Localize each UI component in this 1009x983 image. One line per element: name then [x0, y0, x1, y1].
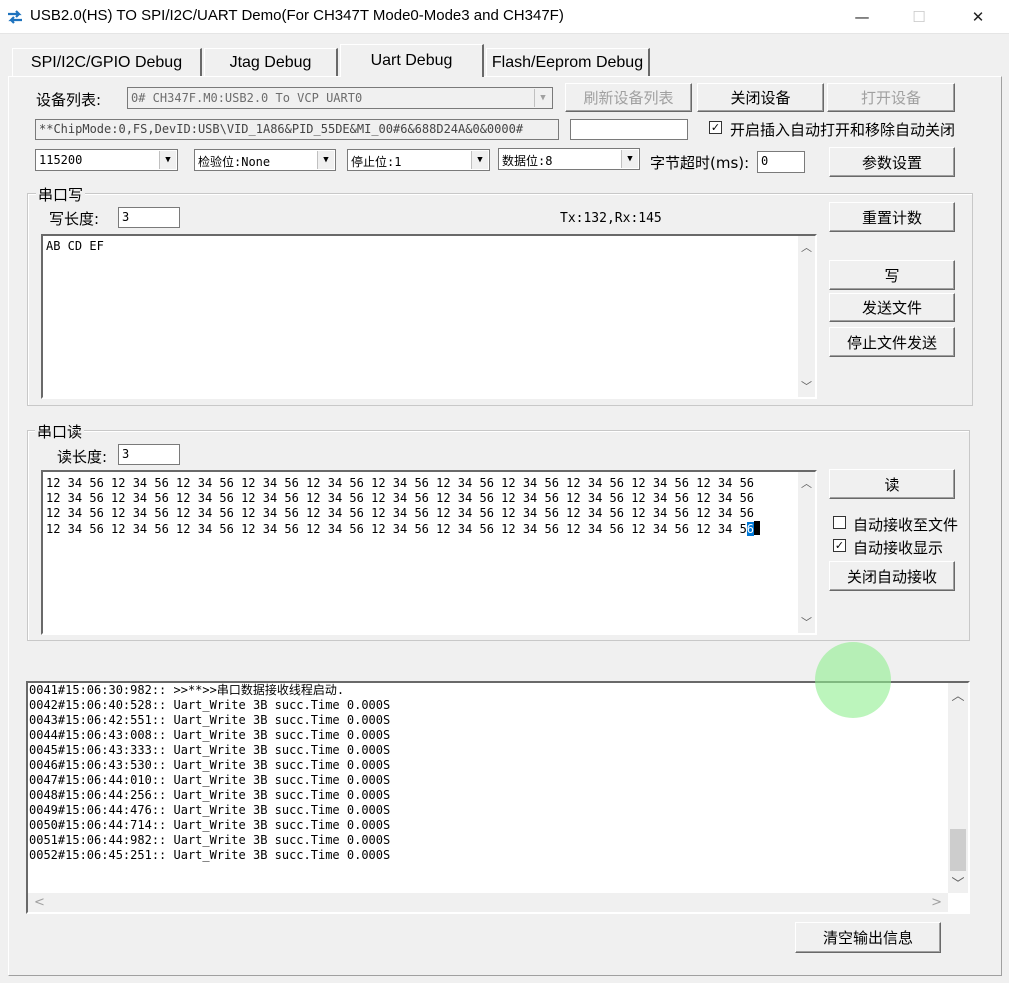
log-line: 0041#15:06:30:982:: >>**>>串口数据接收线程启动. [29, 683, 345, 697]
log-horizontal-scrollbar[interactable]: < > [28, 893, 948, 912]
stop-bits-value: 停止位:1 [351, 155, 402, 169]
usb-transfer-arrows-icon [8, 10, 22, 24]
log-line: 0045#15:06:43:333:: Uart_Write 3B succ.T… [29, 743, 391, 757]
tab-jtag-debug[interactable]: Jtag Debug [204, 48, 338, 76]
log-lines: 0041#15:06:30:982:: >>**>>串口数据接收线程启动. 00… [28, 683, 948, 863]
read-line: 12 34 56 12 34 56 12 34 56 12 34 56 12 3… [46, 476, 755, 490]
refresh-device-list-button[interactable]: 刷新设备列表 [565, 83, 692, 112]
log-line: 0048#15:06:44:256:: Uart_Write 3B succ.T… [29, 788, 391, 802]
tx-rx-counter: Tx:132,Rx:145 [560, 211, 662, 226]
timeout-label: 字节超时(ms): [650, 154, 750, 172]
scroll-up-icon[interactable]: ︿ [798, 475, 815, 491]
log-line: 0049#15:06:44:476:: Uart_Write 3B succ.T… [29, 803, 391, 817]
auto-open-checkbox[interactable]: ✓ [709, 121, 722, 134]
scroll-right-icon[interactable]: > [931, 895, 942, 910]
log-line: 0051#15:06:44:982:: Uart_Write 3B succ.T… [29, 833, 391, 847]
data-bits-value: 数据位:8 [502, 154, 553, 168]
read-length-input[interactable]: 3 [118, 444, 180, 465]
write-scrollbar[interactable]: ︿ ﹀ [798, 236, 815, 397]
device-select[interactable]: 0# CH347F.M0:USB2.0 To VCP UART0 ▼ [127, 87, 553, 109]
timeout-input[interactable]: 0 [757, 151, 805, 173]
log-line: 0042#15:06:40:528:: Uart_Write 3B succ.T… [29, 698, 391, 712]
chevron-down-icon: ▼ [471, 151, 488, 169]
log-line: 0046#15:06:43:530:: Uart_Write 3B succ.T… [29, 758, 391, 772]
parity-value: 检验位:None [198, 155, 271, 169]
log-vertical-scrollbar[interactable]: ︿ ﹀ [948, 683, 968, 893]
read-length-label: 读长度: [57, 448, 108, 466]
set-params-button[interactable]: 参数设置 [829, 147, 955, 177]
check-icon: ✓ [834, 539, 845, 552]
log-line: 0047#15:06:44:010:: Uart_Write 3B succ.T… [29, 773, 391, 787]
log-line: 0043#15:06:42:551:: Uart_Write 3B succ.T… [29, 713, 391, 727]
scroll-left-icon[interactable]: < [34, 895, 45, 910]
maximize-button[interactable]: ☐ [889, 0, 949, 34]
auto-save-file-label: 自动接收至文件 [853, 516, 959, 534]
scroll-down-icon[interactable]: ﹀ [798, 378, 815, 394]
auto-show-label: 自动接收显示 [853, 539, 944, 557]
read-line: 12 34 56 12 34 56 12 34 56 12 34 56 12 3… [46, 506, 755, 520]
scroll-down-icon[interactable]: ﹀ [798, 614, 815, 630]
tab-spi-i2c-gpio-debug[interactable]: SPI/I2C/GPIO Debug [12, 48, 202, 76]
baud-select[interactable]: 115200 ▼ [35, 149, 178, 171]
minimize-button[interactable]: — [832, 0, 892, 34]
chevron-down-icon: ▼ [317, 151, 334, 169]
check-icon: ✓ [710, 121, 721, 134]
selected-text: 6 [746, 522, 755, 536]
scroll-down-icon[interactable]: ﹀ [948, 874, 968, 892]
read-textarea[interactable]: 12 34 56 12 34 56 12 34 56 12 34 56 12 3… [41, 470, 817, 635]
read-scrollbar[interactable]: ︿ ﹀ [798, 472, 815, 633]
parity-select[interactable]: 检验位:None ▼ [194, 149, 336, 171]
click-indicator [815, 642, 891, 718]
read-line-last: 12 34 56 12 34 56 12 34 56 12 34 56 12 3… [46, 521, 761, 537]
title-bar: USB2.0(HS) TO SPI/I2C/UART Demo(For CH34… [0, 0, 1009, 34]
read-button[interactable]: 读 [829, 469, 955, 499]
window-title: USB2.0(HS) TO SPI/I2C/UART Demo(For CH34… [30, 7, 564, 24]
scroll-up-icon[interactable]: ︿ [948, 686, 968, 704]
open-device-button[interactable]: 打开设备 [827, 83, 955, 112]
stop-bits-select[interactable]: 停止位:1 ▼ [347, 149, 490, 171]
auto-open-label: 开启插入自动打开和移除自动关闭 [730, 121, 956, 139]
chevron-down-icon: ▼ [621, 150, 638, 168]
log-line: 0044#15:06:43:008:: Uart_Write 3B succ.T… [29, 728, 391, 742]
write-length-label: 写长度: [49, 210, 100, 228]
scroll-up-icon[interactable]: ︿ [798, 239, 815, 255]
send-file-button[interactable]: 发送文件 [829, 293, 955, 322]
serial-read-title: 串口读 [35, 421, 85, 442]
device-list-label: 设备列表: [36, 91, 102, 109]
close-auto-receive-button[interactable]: 关闭自动接收 [829, 561, 955, 591]
log-line: 0050#15:06:44:714:: Uart_Write 3B succ.T… [29, 818, 391, 832]
log-line: 0052#15:06:45:251:: Uart_Write 3B succ.T… [29, 848, 391, 862]
chevron-down-icon: ▼ [159, 151, 176, 169]
write-content: AB CD EF [46, 239, 104, 253]
baud-value: 115200 [39, 153, 83, 167]
close-device-button[interactable]: 关闭设备 [697, 83, 824, 112]
auto-show-checkbox[interactable]: ✓ [833, 539, 846, 552]
tab-uart-debug[interactable]: Uart Debug [340, 44, 484, 77]
close-window-button[interactable]: ✕ [948, 0, 1008, 34]
text-caret [754, 521, 761, 535]
chevron-down-icon: ▼ [534, 89, 551, 107]
write-button[interactable]: 写 [829, 260, 955, 290]
tab-flash-eeprom-debug[interactable]: Flash/Eeprom Debug [486, 48, 650, 76]
read-line-last-text: 12 34 56 12 34 56 12 34 56 12 34 56 12 3… [46, 522, 747, 536]
write-length-input[interactable]: 3 [118, 207, 180, 228]
read-line: 12 34 56 12 34 56 12 34 56 12 34 56 12 3… [46, 491, 755, 505]
extra-input[interactable] [570, 119, 688, 140]
device-select-value: 0# CH347F.M0:USB2.0 To VCP UART0 [131, 91, 363, 105]
data-bits-select[interactable]: 数据位:8 ▼ [498, 148, 640, 170]
reset-count-button[interactable]: 重置计数 [829, 202, 955, 232]
log-scroll-thumb[interactable] [950, 829, 966, 871]
stop-file-send-button[interactable]: 停止文件发送 [829, 327, 955, 357]
clear-output-button[interactable]: 清空输出信息 [795, 922, 941, 953]
serial-write-title: 串口写 [36, 184, 86, 205]
write-textarea[interactable]: AB CD EF ︿ ﹀ [41, 234, 817, 399]
auto-save-file-checkbox[interactable] [833, 516, 846, 529]
log-output[interactable]: 0041#15:06:30:982:: >>**>>串口数据接收线程启动. 00… [26, 681, 970, 914]
chip-info-field: **ChipMode:0,FS,DevID:USB\VID_1A86&PID_5… [35, 119, 559, 140]
